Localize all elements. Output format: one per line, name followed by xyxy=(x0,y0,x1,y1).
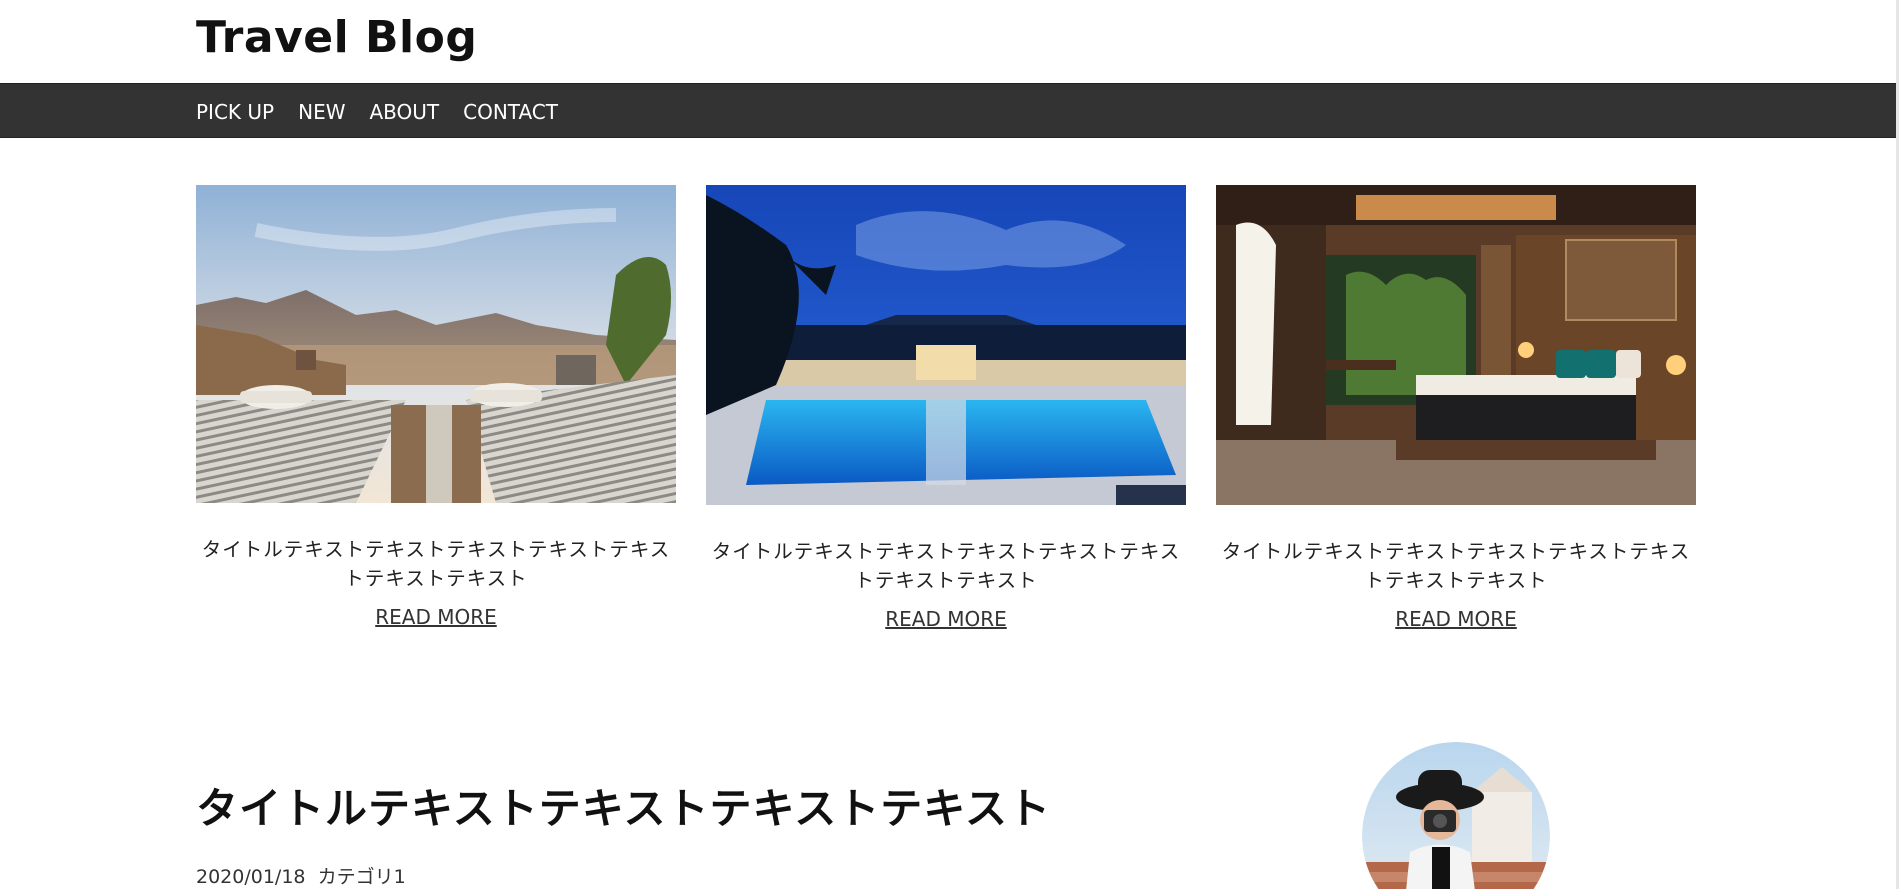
card-title: タイトルテキストテキストテキストテキストテキストテキストテキスト xyxy=(201,538,671,590)
nav-item-pick-up[interactable]: PICK UP xyxy=(196,100,274,124)
nav-item-new[interactable]: NEW xyxy=(298,100,345,124)
card-title: タイトルテキストテキストテキストテキストテキストテキストテキスト xyxy=(1221,540,1691,592)
hotel-bedroom-photo[interactable] xyxy=(1216,185,1696,505)
post-category[interactable]: カテゴリ1 xyxy=(318,866,406,888)
read-more-link[interactable]: READ MORE xyxy=(196,605,676,629)
pickup-card: タイトルテキストテキストテキストテキストテキストテキストテキスト READ MO… xyxy=(706,185,1186,631)
nav-item-contact[interactable]: CONTACT xyxy=(463,100,558,124)
pickup-cards: タイトルテキストテキストテキストテキストテキストテキストテキスト READ MO… xyxy=(196,185,1696,645)
pickup-card: タイトルテキストテキストテキストテキストテキストテキストテキスト READ MO… xyxy=(196,185,676,629)
site-title[interactable]: Travel Blog xyxy=(196,12,477,63)
profile-avatar xyxy=(1362,742,1550,889)
read-more-link[interactable]: READ MORE xyxy=(706,607,1186,631)
post-meta: 2020/01/18 カテゴリ1 xyxy=(196,862,406,889)
card-title: タイトルテキストテキストテキストテキストテキストテキストテキスト xyxy=(711,540,1181,592)
resort-pool-at-dusk-photo[interactable] xyxy=(706,185,1186,505)
pickup-card: タイトルテキストテキストテキストテキストテキストテキストテキスト READ MO… xyxy=(1216,185,1696,631)
post-date: 2020/01/18 xyxy=(196,866,306,888)
nav-item-about[interactable]: ABOUT xyxy=(369,100,439,124)
post-title[interactable]: タイトルテキストテキストテキストテキスト xyxy=(196,775,1051,836)
nav-list: PICK UP NEW ABOUT CONTACT xyxy=(196,84,558,139)
rooftop-loungers-mountains-photo[interactable] xyxy=(196,185,676,503)
read-more-link[interactable]: READ MORE xyxy=(1216,607,1696,631)
main-navbar: PICK UP NEW ABOUT CONTACT xyxy=(0,83,1896,138)
